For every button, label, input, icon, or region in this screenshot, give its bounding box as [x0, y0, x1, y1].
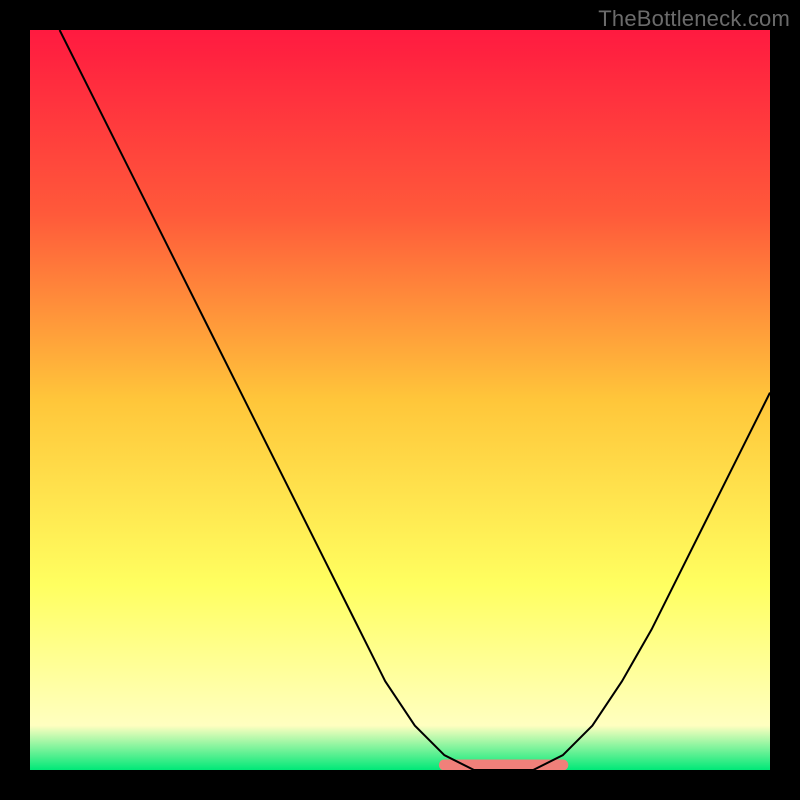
watermark-text: TheBottleneck.com — [598, 6, 790, 32]
chart-area — [30, 30, 770, 770]
gradient-background — [30, 30, 770, 770]
bottleneck-chart — [30, 30, 770, 770]
